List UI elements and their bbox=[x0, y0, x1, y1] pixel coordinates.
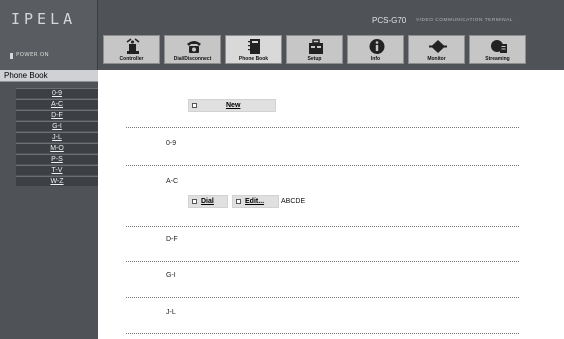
streaming-icon bbox=[491, 40, 507, 53]
controller-button[interactable]: Controller bbox=[103, 35, 160, 64]
new-entry-button[interactable]: New bbox=[188, 99, 276, 112]
setup-label: Setup bbox=[307, 56, 322, 62]
checkbox-icon bbox=[192, 103, 197, 108]
brand-logo: IPELA bbox=[11, 10, 77, 28]
info-button[interactable]: Info bbox=[347, 35, 404, 64]
new-entry-label: New bbox=[226, 102, 241, 109]
streaming-button[interactable]: Streaming bbox=[469, 35, 526, 64]
power-status: POWER ON bbox=[16, 52, 49, 58]
nav-item-w-z[interactable]: W-Z bbox=[16, 176, 98, 186]
nav-item-g-i[interactable]: G-I bbox=[16, 121, 98, 131]
phone-book-icon bbox=[248, 39, 260, 54]
streaming-label: Streaming bbox=[485, 56, 510, 62]
nav-item-d-f[interactable]: D-F bbox=[16, 110, 98, 120]
divider bbox=[126, 261, 519, 262]
section-0-9: 0-9 bbox=[166, 140, 177, 147]
info-label: Info bbox=[370, 56, 381, 62]
dial-button[interactable]: Dial bbox=[188, 195, 228, 208]
main-toolbar: Controller Dial/Disconnect Phone Book Se… bbox=[103, 35, 526, 64]
header-left-panel: IPELA POWER ON bbox=[0, 0, 98, 70]
divider bbox=[126, 127, 519, 128]
nav-item-p-s[interactable]: P-S bbox=[16, 154, 98, 164]
model-subtitle: VIDEO COMMUNICATION TERMINAL bbox=[416, 18, 513, 23]
edit-button[interactable]: Edit... bbox=[232, 195, 279, 208]
alphabet-nav: 0-9 A-C D-F G-I J-L M-O P-S T-V W-Z bbox=[0, 82, 98, 339]
telephone-icon bbox=[187, 41, 201, 53]
controller-icon bbox=[126, 38, 140, 54]
section-d-f: D-F bbox=[166, 236, 178, 243]
divider bbox=[126, 297, 519, 298]
entry-name: ABCDE bbox=[281, 198, 306, 205]
section-a-c: A-C bbox=[166, 178, 179, 185]
setup-button[interactable]: Setup bbox=[286, 35, 343, 64]
info-icon bbox=[369, 39, 385, 54]
nav-item-t-v[interactable]: T-V bbox=[16, 165, 98, 175]
edit-label: Edit... bbox=[245, 198, 265, 205]
nav-title: Phone Book bbox=[0, 70, 98, 82]
header-bar: IPELA POWER ON PCS-G70 VIDEO COMMUNICATI… bbox=[0, 0, 564, 70]
nav-item-0-9[interactable]: 0-9 bbox=[16, 88, 98, 98]
nav-item-a-c[interactable]: A-C bbox=[16, 99, 98, 109]
monitor-icon bbox=[429, 40, 447, 53]
section-g-i: G-I bbox=[166, 272, 176, 279]
divider bbox=[126, 226, 519, 227]
model-name: PCS-G70 bbox=[372, 16, 407, 25]
toolbox-icon bbox=[309, 39, 323, 54]
checkbox-icon bbox=[192, 199, 197, 204]
power-indicator-icon bbox=[10, 53, 13, 59]
dial-disconnect-button[interactable]: Dial/Disconnect bbox=[164, 35, 221, 64]
nav-item-j-l[interactable]: J-L bbox=[16, 132, 98, 142]
monitor-label: Monitor bbox=[427, 56, 446, 62]
divider bbox=[126, 333, 519, 334]
phone-book-content: New 0-9 A-C Dial Edit... ABCDE D-F G-I J… bbox=[98, 82, 564, 339]
nav-item-m-o[interactable]: M-O bbox=[16, 143, 98, 153]
section-j-l: J-L bbox=[166, 309, 176, 316]
divider bbox=[126, 165, 519, 166]
phone-book-label: Phone Book bbox=[238, 56, 269, 62]
monitor-button[interactable]: Monitor bbox=[408, 35, 465, 64]
dial-label: Dial bbox=[201, 198, 214, 205]
phone-book-button[interactable]: Phone Book bbox=[225, 35, 282, 64]
checkbox-icon bbox=[236, 199, 241, 204]
controller-label: Controller bbox=[119, 56, 144, 62]
dial-disconnect-label: Dial/Disconnect bbox=[173, 56, 212, 62]
